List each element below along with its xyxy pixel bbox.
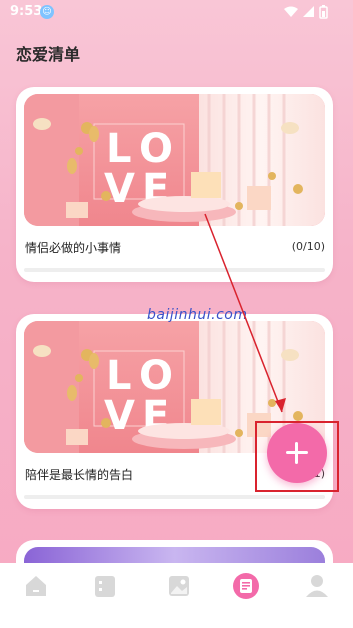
- system-nav-bar: [0, 610, 353, 628]
- checklist-icon[interactable]: [233, 573, 259, 599]
- annotation-arrow: [204, 213, 286, 413]
- profile-icon[interactable]: [304, 573, 330, 599]
- annotation-highlight-box: [255, 421, 339, 492]
- home-icon[interactable]: [23, 573, 49, 599]
- photo-icon[interactable]: [166, 573, 192, 599]
- bottom-tab-bar: [0, 563, 353, 610]
- list-icon[interactable]: [92, 573, 118, 599]
